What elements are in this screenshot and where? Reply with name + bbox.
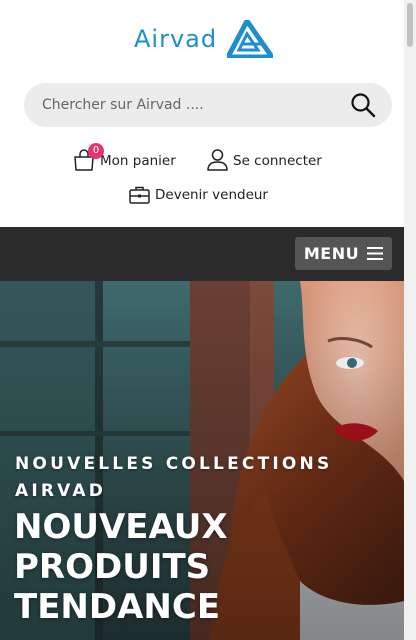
cart-link[interactable]: 0 Mon panier [73,143,176,171]
site-header: Airvad 0 Mon panier Se connec [0,0,404,227]
account-links: 0 Mon panier Se connecter [0,143,404,179]
hamburger-icon [367,247,384,260]
menu-button[interactable]: MENU [295,237,392,270]
logo-mark-icon [227,20,274,58]
hero-kicker: NOUVELLES COLLECTIONS AIRVAD [15,454,333,501]
search-bar [24,83,392,127]
search-icon[interactable] [350,92,376,118]
main-navbar: MENU [0,227,404,281]
seller-label: Devenir vendeur [155,187,268,203]
page-scrollbar[interactable] [404,0,416,640]
search-input[interactable] [42,83,342,127]
cart-label: Mon panier [100,153,176,169]
scrollbar-thumb[interactable] [407,3,413,47]
cart-count-badge: 0 [88,143,104,159]
briefcase-icon [129,186,150,204]
login-link[interactable]: Se connecter [207,149,322,171]
menu-label: MENU [303,244,360,263]
brand-name: Airvad [134,25,218,53]
hero-banner[interactable]: NOUVELLES COLLECTIONS AIRVAD NOUVEAUX PR… [0,281,404,640]
become-seller-link[interactable]: Devenir vendeur [129,185,268,205]
user-icon [207,149,228,171]
login-label: Se connecter [233,153,322,169]
hero-title: NOUVEAUX PRODUITS TENDANCE [14,507,228,627]
logo[interactable]: Airvad [134,20,274,58]
